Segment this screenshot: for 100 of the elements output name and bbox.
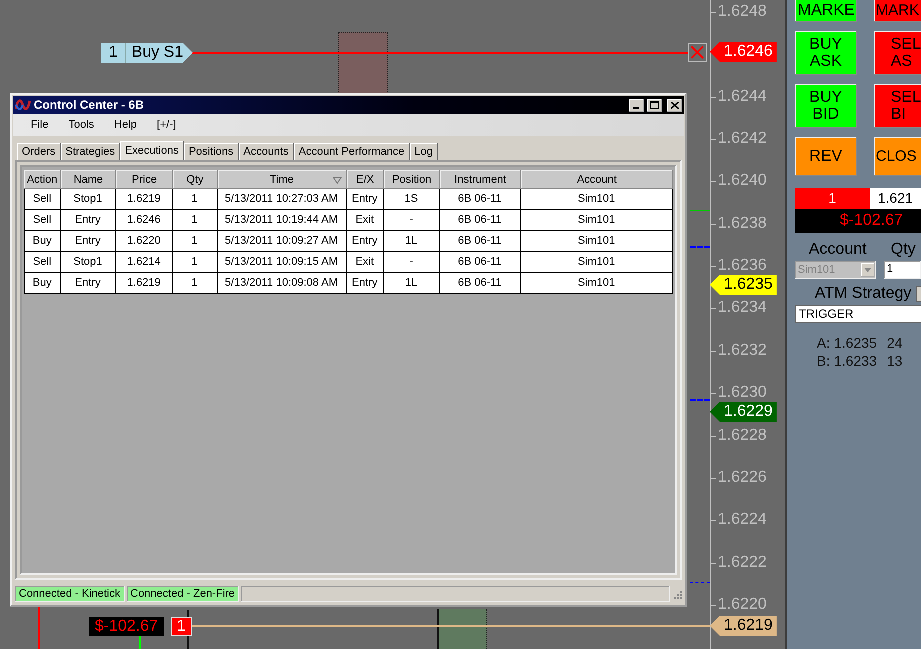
order-button[interactable]: BUY BID [795, 84, 857, 128]
position-quantity: 1 [795, 188, 870, 209]
table-cell: Sell [24, 252, 61, 273]
price-axis-label: 1.6248 [718, 3, 767, 21]
order-button[interactable]: CLOS [874, 137, 921, 176]
column-header[interactable]: E/X [346, 170, 384, 189]
price-tag: 1.6235 [710, 275, 777, 295]
menu-item[interactable]: Tools [58, 119, 104, 131]
atm-strategy-field[interactable]: TRIGGER [795, 305, 921, 323]
tab[interactable]: Log [410, 143, 438, 160]
column-header[interactable]: Name [60, 170, 116, 189]
column-header[interactable]: Instrument [440, 170, 522, 189]
wick-line [139, 636, 141, 649]
tab[interactable]: Orders [17, 143, 61, 160]
table-cell: Sim101 [521, 252, 674, 273]
table-cell: 1 [172, 231, 218, 252]
table-cell: 1.6214 [116, 252, 173, 273]
position-pnl: $-102.67 [89, 617, 164, 636]
table-cell: 1 [172, 252, 218, 273]
price-tag: 1.6246 [710, 42, 777, 62]
price-axis-label: 1.6226 [718, 468, 767, 487]
order-button[interactable]: BUY ASK [795, 31, 857, 75]
tab[interactable]: Strategies [60, 143, 120, 160]
order-button[interactable]: SEL BI [874, 84, 921, 128]
price-axis-label: 1.6232 [718, 342, 767, 360]
maximize-button[interactable] [647, 98, 662, 112]
table-cell: Sim101 [521, 231, 674, 252]
quote-size: 13 [887, 353, 903, 369]
sort-icon [332, 177, 342, 184]
position-pnl: $-102.67 [795, 209, 921, 233]
price-axis-label: 1.6242 [718, 130, 767, 148]
column-header[interactable]: Action [24, 170, 61, 189]
maximize-icon [650, 101, 659, 109]
table-cell: 5/13/2011 10:09:08 AM [218, 273, 347, 294]
column-header[interactable]: Price [116, 170, 173, 189]
tab[interactable]: Executions [120, 141, 184, 161]
table-cell: 1.6220 [116, 231, 173, 252]
table-cell: 1L [384, 231, 440, 252]
quote-price: 1.6233 [834, 353, 878, 369]
table-cell: 6B 06-11 [440, 210, 522, 231]
quote-side: A: [817, 335, 830, 351]
column-header[interactable]: Account [521, 170, 673, 189]
table-cell: 1.6219 [116, 273, 173, 294]
order-tag[interactable]: 1 Buy S1 [101, 43, 193, 63]
table-cell: Entry [346, 231, 384, 252]
price-tag: 1.6219 [710, 616, 777, 636]
table-cell: Sim101 [521, 189, 674, 210]
order-button[interactable]: MARK [874, 0, 921, 22]
table-cell: 1 [172, 189, 218, 210]
column-header[interactable]: Time [218, 170, 347, 189]
table-cell: 5/13/2011 10:19:44 AM [218, 210, 347, 231]
close-icon[interactable] [688, 43, 707, 62]
candle-body [437, 609, 487, 649]
account-label: Account [809, 241, 868, 259]
price-axis-label: 1.6224 [718, 511, 767, 530]
price-axis-label: 1.6244 [718, 88, 767, 106]
price-axis-label: 1.6222 [718, 554, 767, 572]
price-axis-label: 1.6234 [718, 299, 767, 318]
close-button[interactable] [667, 98, 682, 112]
table-cell: 1.6219 [116, 189, 173, 210]
table-cell: Sell [24, 210, 61, 231]
connection-status: Connected - Kinetick [15, 586, 124, 602]
window-title: Control Center - 6B [34, 98, 144, 112]
quantity-field[interactable]: 1 [884, 261, 921, 279]
column-header[interactable]: Qty [172, 170, 218, 189]
table-cell: Sim101 [521, 210, 674, 231]
table-cell: 6B 06-11 [440, 273, 522, 294]
price-axis-label: 1.6230 [718, 384, 767, 402]
tab[interactable]: Account Performance [294, 143, 410, 160]
column-header[interactable]: Position [384, 170, 440, 189]
menu-item[interactable]: [+/-] [147, 119, 186, 131]
table-cell: 5/13/2011 10:09:15 AM [218, 252, 347, 273]
table-cell: - [384, 252, 440, 273]
table-cell: 1S [384, 189, 440, 210]
price-axis-label: 1.6240 [718, 172, 767, 190]
table-cell: Entry [60, 273, 116, 294]
order-button[interactable]: SEL AS [874, 31, 921, 75]
order-button[interactable]: MARKE [795, 0, 857, 22]
resize-grip-icon[interactable] [672, 589, 682, 599]
connection-status: Connected - Zen-Fire [126, 586, 240, 602]
price-axis-label: 1.6220 [718, 596, 767, 614]
quantity-label: Qty [891, 241, 916, 259]
table-cell: Sell [24, 189, 61, 210]
average-price: 1.621 [870, 188, 921, 209]
table-cell: 1L [384, 273, 440, 294]
price-axis-label: 1.6228 [718, 426, 767, 444]
order-button[interactable]: REV [795, 137, 857, 176]
tab[interactable]: Accounts [238, 143, 294, 160]
quote-size: 24 [887, 335, 903, 351]
minimize-button[interactable] [629, 98, 644, 112]
menu-item[interactable]: Help [104, 119, 148, 131]
level-line [690, 210, 710, 211]
table-cell: 1.6246 [116, 210, 173, 231]
position-quantity: 1 [171, 617, 192, 636]
table-cell: 5/13/2011 10:27:03 AM [218, 189, 347, 210]
table-cell: Entry [60, 231, 116, 252]
tab[interactable]: Positions [184, 143, 239, 160]
table-cell: Stop1 [60, 252, 116, 273]
price-axis-label: 1.6238 [718, 214, 767, 233]
menu-item[interactable]: File [21, 119, 59, 131]
